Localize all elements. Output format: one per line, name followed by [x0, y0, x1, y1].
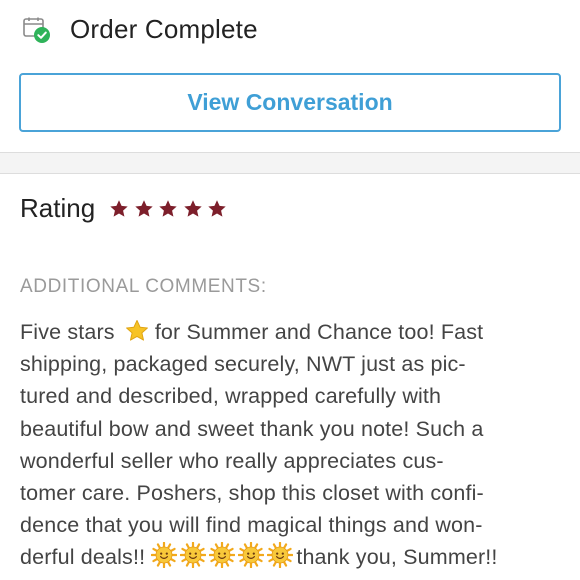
comment-text: for Summer and Chance too! Fast: [154, 320, 484, 344]
sun-with-face-emoji-icon: [180, 542, 207, 569]
comment-line: wonderful seller who really appreciates …: [20, 448, 444, 473]
rating-row: Rating: [20, 193, 232, 224]
comment-line: derful deals!! thank you, Summer!!: [20, 541, 568, 573]
rating-label: Rating: [20, 193, 96, 223]
comment-line: dence that you will find magical things …: [20, 513, 483, 538]
comment-text: derful deals!!: [20, 545, 146, 570]
sun-with-face-emoji-icon: [238, 542, 265, 569]
rating-stars: [109, 199, 232, 219]
rating-star-icon: [110, 199, 128, 217]
section-divider: [0, 152, 580, 174]
sun-with-face-emoji-icon: [267, 542, 294, 569]
comment-line: Five stars for Summer and Chance too! Fa…: [20, 316, 568, 348]
view-conversation-button[interactable]: View Conversation: [19, 73, 561, 132]
comments-body: Five stars for Summer and Chance too! Fa…: [20, 316, 568, 574]
comment-text: Five stars: [20, 320, 115, 344]
order-complete-icon: [23, 17, 50, 43]
rating-star-icon: [159, 199, 177, 217]
sun-with-face-emoji-icon: [151, 542, 178, 569]
comment-line: shipping, packaged securely, NWT just as…: [20, 352, 466, 377]
order-status-header: Order Complete: [22, 14, 258, 45]
rating-star-icon: [134, 199, 153, 217]
rating-star-icon: [208, 199, 226, 217]
comment-line: beautiful bow and sweet thank you note! …: [20, 416, 484, 441]
comments-heading: ADDITIONAL COMMENTS:: [20, 276, 267, 297]
comment-text: thank you, Summer!!: [296, 545, 498, 570]
rating-star-icon: [183, 199, 202, 217]
comment-line: tomer care. Poshers, shop this closet wi…: [20, 481, 484, 506]
star-emoji-icon: [125, 320, 148, 341]
sun-with-face-emoji-icon: [209, 542, 236, 569]
sun-emoji-group: [151, 542, 296, 569]
order-status-title: Order Complete: [70, 14, 258, 44]
comment-line: tured and described, wrapped carefully w…: [20, 384, 442, 409]
view-conversation-label: View Conversation: [187, 89, 393, 115]
